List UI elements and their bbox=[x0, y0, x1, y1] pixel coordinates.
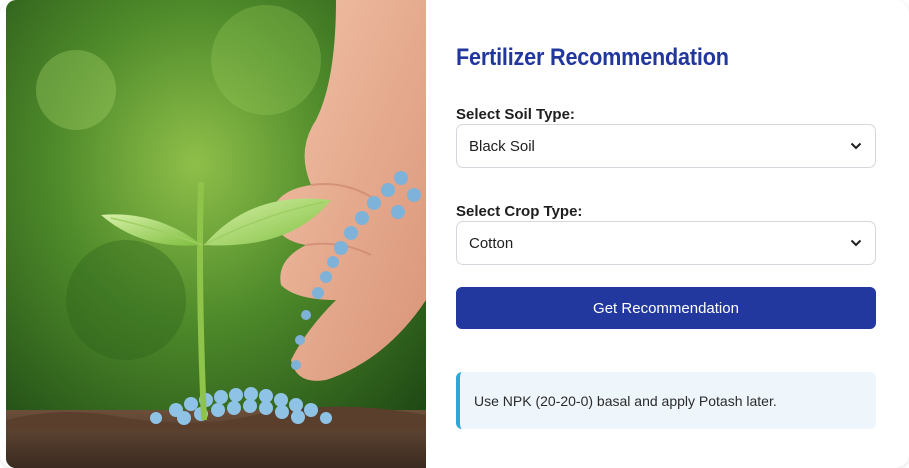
form-panel: Fertilizer Recommendation Select Soil Ty… bbox=[456, 0, 876, 468]
recommendation-card: Fertilizer Recommendation Select Soil Ty… bbox=[0, 0, 909, 468]
page-title: Fertilizer Recommendation bbox=[456, 44, 729, 71]
crop-type-value: Cotton bbox=[469, 234, 514, 252]
chevron-down-icon bbox=[849, 236, 863, 250]
chevron-down-icon bbox=[849, 139, 863, 153]
soil-type-select[interactable]: Black Soil bbox=[456, 124, 876, 168]
soil-type-value: Black Soil bbox=[469, 137, 535, 155]
result-text: Use NPK (20-20-0) basal and apply Potash… bbox=[474, 392, 777, 409]
crop-type-label: Select Crop Type: bbox=[456, 203, 583, 220]
recommendation-result: Use NPK (20-20-0) basal and apply Potash… bbox=[456, 372, 876, 429]
hero-image bbox=[6, 0, 426, 468]
seedling-fertilizer-illustration bbox=[6, 0, 426, 468]
get-recommendation-button[interactable]: Get Recommendation bbox=[456, 287, 876, 329]
crop-type-select[interactable]: Cotton bbox=[456, 221, 876, 265]
soil-type-label: Select Soil Type: bbox=[456, 106, 575, 123]
